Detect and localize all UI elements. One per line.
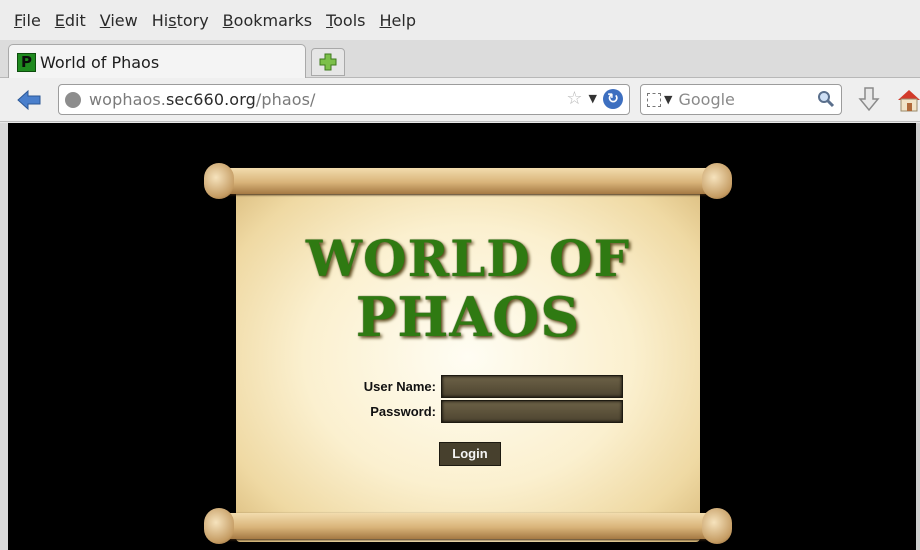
menu-history[interactable]: History xyxy=(152,11,209,30)
search-engine-icon[interactable] xyxy=(647,92,661,107)
plus-icon xyxy=(319,53,337,71)
menu-view[interactable]: View xyxy=(100,11,138,30)
password-label: Password: xyxy=(370,403,436,419)
page-content: WORLD OF PHAOS User Name: Password: Logi… xyxy=(8,123,916,550)
bookmark-star-icon[interactable]: ☆ xyxy=(566,88,582,109)
window-edge-left xyxy=(0,123,8,550)
username-input[interactable] xyxy=(441,374,623,398)
menu-edit[interactable]: Edit xyxy=(55,11,86,30)
download-button[interactable] xyxy=(856,86,882,114)
home-icon xyxy=(898,90,920,112)
menu-help[interactable]: Help xyxy=(380,11,416,30)
new-tab-button[interactable] xyxy=(311,48,345,76)
back-arrow-icon xyxy=(17,89,41,111)
game-logo-title: WORLD OF PHAOS xyxy=(305,229,631,349)
url-text: wophaos.sec660.org/phaos/ xyxy=(89,90,316,109)
navigation-bar: wophaos.sec660.org/phaos/ ☆ ▼ ↻ ▼ Google xyxy=(0,78,920,122)
parchment-body xyxy=(236,172,700,542)
menu-bookmarks[interactable]: Bookmarks xyxy=(223,11,312,30)
login-form: User Name: Password: xyxy=(303,374,623,424)
download-icon xyxy=(858,87,880,112)
password-input[interactable] xyxy=(441,399,623,423)
menu-file[interactable]: File xyxy=(14,11,41,30)
menu-bar: File Edit View History Bookmarks Tools H… xyxy=(0,0,920,40)
parchment-scroll: WORLD OF PHAOS User Name: Password: Logi… xyxy=(204,158,732,548)
scroll-rod-bottom xyxy=(204,508,732,544)
tab-title: World of Phaos xyxy=(40,52,160,72)
search-engine-dropdown-icon[interactable]: ▼ xyxy=(664,93,672,106)
magnifier-icon[interactable] xyxy=(817,90,835,108)
tab-world-of-phaos[interactable]: P World of Phaos xyxy=(8,44,306,79)
dropdown-icon[interactable]: ▼ xyxy=(589,92,597,105)
reload-icon[interactable]: ↻ xyxy=(603,88,623,109)
scroll-rod-top xyxy=(204,163,732,199)
search-bar[interactable]: ▼ Google xyxy=(640,84,842,115)
window-edge-right xyxy=(916,123,920,550)
globe-icon xyxy=(65,91,81,108)
menu-tools[interactable]: Tools xyxy=(326,11,365,30)
tab-strip: P World of Phaos xyxy=(0,40,920,79)
site-favicon-icon: P xyxy=(17,52,36,72)
home-button[interactable] xyxy=(896,88,920,114)
login-button[interactable]: Login xyxy=(439,442,501,466)
url-bar[interactable]: wophaos.sec660.org/phaos/ ☆ ▼ ↻ xyxy=(58,84,630,115)
back-button[interactable] xyxy=(14,88,44,112)
search-placeholder: Google xyxy=(678,90,735,109)
username-label: User Name: xyxy=(363,378,436,394)
